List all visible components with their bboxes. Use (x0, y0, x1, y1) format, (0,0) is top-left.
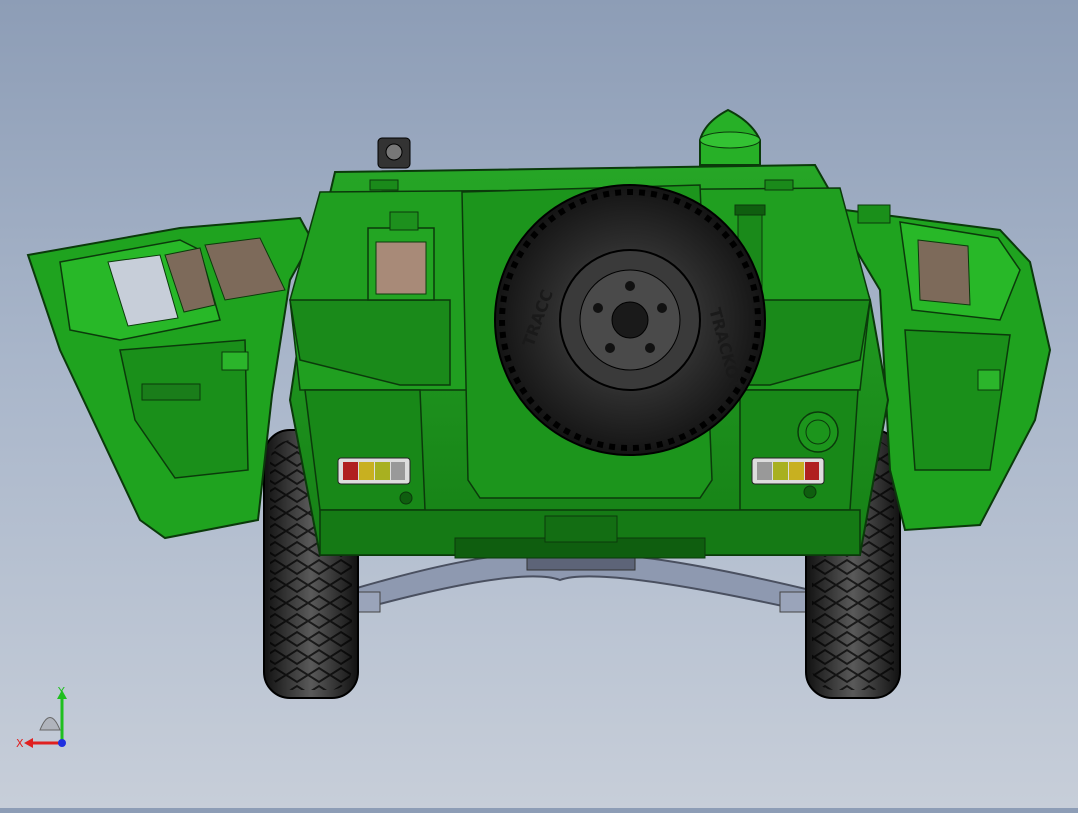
tow-hook-right (803, 485, 817, 499)
orientation-triad[interactable]: Y X (10, 685, 80, 755)
z-axis-dot (58, 739, 66, 747)
x-axis-label: X (16, 737, 24, 750)
roof-camera (377, 137, 411, 169)
x-axis-arrowhead (24, 738, 33, 748)
fuel-cap (797, 411, 839, 453)
tow-hook-left (399, 491, 413, 505)
triad-plane (39, 717, 61, 731)
cad-viewport[interactable]: TRACC TRACKOT Y X (0, 0, 1078, 808)
left-tail-light (337, 457, 411, 485)
armored-vehicle-model[interactable]: TRACC TRACKOT (0, 0, 1078, 808)
right-tail-light (751, 457, 825, 485)
y-axis-label: Y (57, 685, 65, 698)
roof-antenna (699, 108, 761, 166)
rear-axle (349, 553, 811, 614)
